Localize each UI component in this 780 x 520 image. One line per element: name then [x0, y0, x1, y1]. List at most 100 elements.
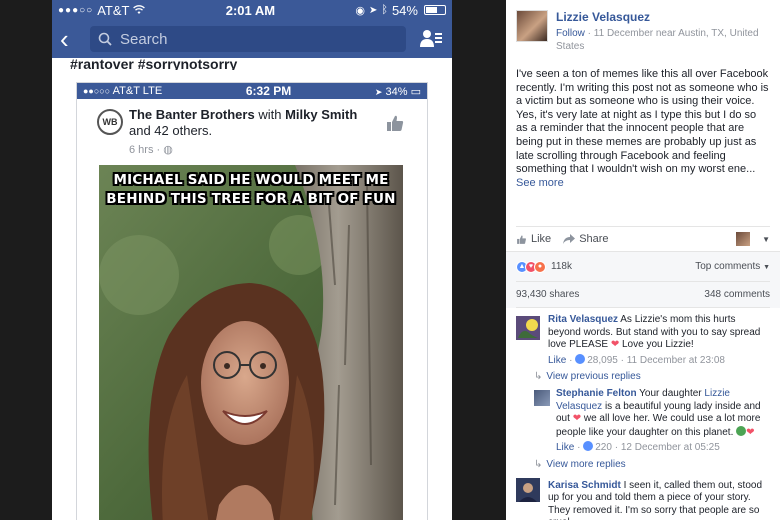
- battery-icon: [423, 5, 446, 15]
- bluetooth-icon: ᛒ: [381, 4, 388, 16]
- heart-emoji-icon: ❤: [746, 426, 755, 438]
- share-count[interactable]: 93,430 shares: [516, 289, 579, 300]
- battery-percent: 54%: [391, 2, 418, 18]
- tagged-name[interactable]: Milky Smith: [285, 107, 357, 122]
- comments-list: Rita Velasquez As Lizzie's mom this hurt…: [506, 308, 780, 520]
- clock: 2:01 AM: [225, 2, 276, 18]
- top-comments-dropdown[interactable]: Top comments ▼: [695, 261, 770, 272]
- commenter-avatar[interactable]: [516, 477, 540, 502]
- post-meta: Follow · 11 December near Austin, TX, Un…: [556, 28, 759, 52]
- reply-meta: Like · 220 · 12 December at 05:25: [556, 441, 720, 453]
- search-placeholder: Search: [120, 30, 168, 48]
- heart-emoji-icon: ❤: [610, 339, 620, 350]
- reactions-row: ▲ ♥ ● 118k Top comments ▼: [516, 252, 770, 282]
- lock-rotation-icon: ◉: [355, 4, 365, 17]
- reactions-summary[interactable]: ▲ ♥ ● 118k: [516, 260, 572, 273]
- author-name[interactable]: Lizzie Velasquez: [556, 10, 772, 24]
- post-as-avatar[interactable]: [736, 232, 751, 246]
- phone-screenshot: ●●●○○ AT&T 2:01 AM ◉ ➤ ᛒ 54% ‹ Search #r…: [52, 0, 452, 520]
- follow-link[interactable]: Follow: [556, 28, 585, 39]
- with-text: with: [258, 107, 282, 122]
- page-logo: WB: [97, 109, 123, 135]
- meme-caption-line1: MICHAEL SAID HE WOULD MEET ME: [113, 172, 389, 188]
- share-label: Share: [579, 233, 609, 245]
- comment: Rita Velasquez As Lizzie's mom this hurt…: [516, 308, 770, 367]
- globe-emoji-icon: [736, 425, 747, 436]
- shared-post-meta: 6 hrs · ◍: [129, 144, 173, 156]
- back-arrow-icon[interactable]: ‹: [60, 26, 80, 52]
- like-icon: [517, 235, 526, 244]
- comment-count[interactable]: 348 comments: [704, 289, 770, 300]
- reply-like-button[interactable]: Like: [556, 442, 574, 453]
- comment: Karisa Schmidt I seen it, called them ou…: [516, 470, 770, 520]
- angry-reaction-icon: ●: [534, 260, 546, 273]
- reply-date[interactable]: 12 December at 05:25: [621, 442, 720, 453]
- comment-like-button[interactable]: Like: [548, 355, 566, 366]
- others-text[interactable]: and 42 others.: [129, 123, 212, 138]
- reaction-count: 118k: [551, 261, 572, 272]
- chevron-down-icon[interactable]: ▼: [762, 235, 770, 244]
- screenshot-stage: ●●●○○ AT&T 2:01 AM ◉ ➤ ᛒ 54% ‹ Search #r…: [0, 0, 780, 520]
- reply-text-start: Your daughter: [639, 388, 702, 399]
- view-more-replies[interactable]: ↳ View more replies: [516, 455, 770, 470]
- top-comments-label: Top comments: [695, 261, 761, 272]
- friend-requests-icon[interactable]: [416, 25, 444, 53]
- search-input[interactable]: Search: [90, 26, 406, 52]
- signal-icon: ●●●○○: [58, 4, 94, 16]
- page-name[interactable]: The Banter Brothers: [129, 107, 255, 122]
- globe-icon: ◍: [163, 144, 173, 156]
- meme-photo: [99, 165, 403, 520]
- shared-post-title: The Banter Brothers with Milky Smith and…: [129, 107, 359, 139]
- post-header: Lizzie Velasquez Follow · 11 December ne…: [506, 0, 780, 60]
- facebook-nav-bar: ‹ Search: [52, 20, 452, 58]
- carrier-label: AT&T: [97, 2, 130, 18]
- replier-avatar[interactable]: [534, 390, 550, 406]
- inner-carrier: AT&T LTE: [112, 85, 163, 97]
- share-icon: [563, 234, 576, 244]
- comment-date[interactable]: 11 December at 23:08: [627, 355, 725, 366]
- like-count-icon: [575, 353, 586, 364]
- author-avatar[interactable]: [516, 10, 548, 42]
- ios-status-bar: ●●●○○ AT&T 2:01 AM ◉ ➤ ᛒ 54%: [52, 0, 452, 20]
- reply-text-mid2: we all love her. We could use a lot more…: [556, 413, 761, 438]
- view-previous-label: View previous replies: [546, 371, 641, 382]
- post-stats: ▲ ♥ ● 118k Top comments ▼ 93,430 shares …: [506, 251, 780, 308]
- commenter-name[interactable]: Rita Velasquez: [548, 314, 618, 325]
- share-button[interactable]: Share: [563, 233, 609, 245]
- reply: Stephanie Felton Your daughter Lizzie Ve…: [534, 382, 770, 455]
- inner-battery-icon: ▭: [410, 85, 421, 98]
- post-hashtags[interactable]: #rantover #sorrynotsorry: [70, 58, 434, 70]
- commenter-avatar[interactable]: [516, 316, 540, 340]
- reply-arrow-icon: ↳: [534, 371, 543, 382]
- meme-image[interactable]: MICHAEL SAID HE WOULD MEET ME BEHIND THI…: [99, 165, 403, 520]
- meme-caption: MICHAEL SAID HE WOULD MEET ME BEHIND THI…: [99, 171, 403, 209]
- view-previous-replies[interactable]: ↳ View previous replies: [516, 367, 770, 382]
- heart-emoji-icon: ❤: [572, 413, 582, 424]
- thumbs-up-icon[interactable]: [385, 113, 405, 133]
- share-comment-counts: 93,430 shares 348 comments: [516, 282, 770, 308]
- comment-text-end: Love you Lizzie!: [622, 339, 694, 350]
- location-icon: ➤: [368, 4, 378, 16]
- reply-arrow-icon: ↳: [534, 458, 543, 470]
- reply-like-count[interactable]: 220: [595, 442, 612, 453]
- post-date-location: 11 December near Austin, TX, United Stat…: [556, 28, 759, 52]
- comment-like-count[interactable]: 28,095: [587, 355, 618, 366]
- see-more-link[interactable]: See more: [516, 177, 770, 191]
- like-button[interactable]: Like: [516, 233, 551, 245]
- inner-signal-icon: ●●○○○: [83, 86, 111, 96]
- inner-clock: 6:32 PM: [245, 84, 292, 98]
- replier-name[interactable]: Stephanie Felton: [556, 388, 637, 399]
- commenter-name[interactable]: Karisa Schmidt: [548, 480, 621, 491]
- post-panel: Lizzie Velasquez Follow · 11 December ne…: [506, 0, 780, 520]
- post-content: #rantover #sorrynotsorry ●●○○○ AT&T LTE …: [52, 58, 452, 520]
- post-body: I've seen a ton of memes like this all o…: [506, 60, 780, 226]
- like-count-icon: [583, 441, 594, 451]
- inner-battery: 34%: [385, 85, 408, 98]
- view-more-label: View more replies: [546, 458, 626, 470]
- meme-caption-line2: BEHIND THIS TREE FOR A BIT OF FUN: [106, 191, 396, 207]
- inner-location-icon: ➤: [374, 86, 383, 97]
- time-ago: 6 hrs: [129, 144, 154, 156]
- post-text: I've seen a ton of memes like this all o…: [516, 68, 769, 176]
- post-actions: Like Share ▼: [506, 227, 780, 251]
- like-label: Like: [531, 233, 552, 245]
